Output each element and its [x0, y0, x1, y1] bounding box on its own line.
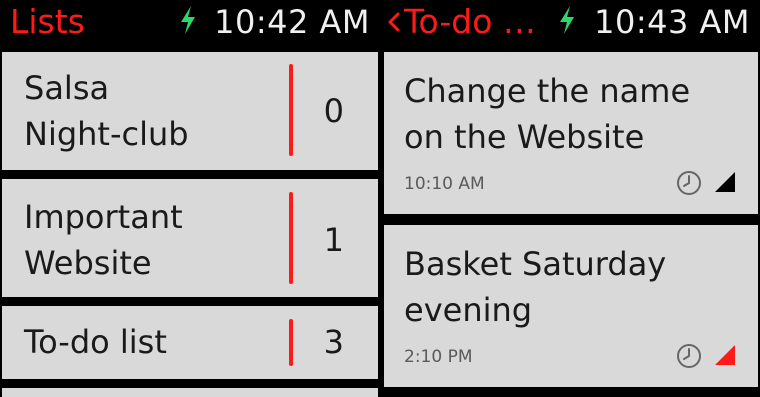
todo-text: Basket Saturday evening — [404, 241, 746, 333]
list-name-line1: To-do list — [24, 323, 167, 361]
lightning-bolt-icon — [181, 6, 195, 34]
back-chevron-icon[interactable] — [386, 12, 402, 32]
screen-title: Lists — [10, 2, 85, 41]
todo-item-basket[interactable]: Basket Saturday evening 2:10 PM — [384, 225, 758, 387]
priority-flag-icon — [715, 345, 735, 365]
todo-text-line2: on the Website — [404, 118, 645, 156]
todo-text-line1: Basket Saturday — [404, 245, 667, 283]
todo-item-change-name[interactable]: Change the name on the Website 10:10 AM — [384, 52, 758, 214]
clock-icon — [677, 171, 701, 195]
list-count: 3 — [323, 323, 344, 361]
todo-text-line1: Change the name — [404, 72, 691, 110]
status-time: 10:43 AM — [594, 3, 750, 41]
screen-title[interactable]: To-do list — [404, 2, 542, 42]
list-item-partial[interactable] — [2, 388, 378, 397]
todo-text-line2: evening — [404, 291, 533, 329]
list-item-todo[interactable]: To-do list 3 — [2, 306, 378, 379]
todo-time: 10:10 AM — [404, 174, 485, 194]
lightning-bolt-icon — [560, 6, 574, 34]
list-divider — [289, 192, 293, 284]
list-name-line1: Salsa — [24, 69, 110, 107]
list-name-line1: Important — [24, 198, 183, 236]
list-item-salsa[interactable]: Salsa Night-club 0 — [2, 52, 378, 170]
list-count: 0 — [323, 92, 344, 130]
list-name-line2: Website — [24, 244, 152, 282]
todo-time: 2:10 PM — [404, 347, 473, 367]
list-name-line2: Night-club — [24, 115, 189, 153]
todo-text: Change the name on the Website — [404, 68, 746, 160]
status-bar: Lists 10:42 AM — [0, 0, 380, 46]
status-time: 10:42 AM — [214, 3, 370, 41]
list-item-important[interactable]: Important Website 1 — [2, 179, 378, 297]
status-bar: To-do list 10:43 AM — [382, 0, 760, 46]
list-divider — [289, 319, 293, 366]
priority-flag-icon — [715, 172, 735, 192]
todo-list-screen: To-do list 10:43 AM Change the name on t… — [382, 0, 760, 397]
list-divider — [289, 64, 293, 156]
list-count: 1 — [323, 221, 344, 259]
lists-screen: Lists 10:42 AM Salsa Night-club 0 Import… — [0, 0, 380, 397]
clock-icon — [677, 344, 701, 368]
